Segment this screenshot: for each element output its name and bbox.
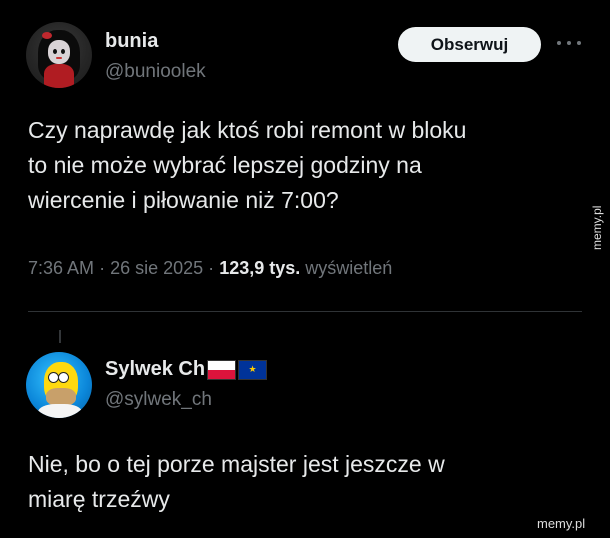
meta-separator: ·: [99, 258, 106, 278]
more-dot: [567, 41, 571, 45]
meta-separator: ·: [208, 258, 215, 278]
avatar-eye-left: [53, 49, 57, 54]
avatar-bow: [42, 32, 52, 39]
more-horizontal-icon[interactable]: [557, 33, 581, 53]
author-avatar[interactable]: [26, 22, 92, 88]
views-label: wyświetleń: [305, 258, 393, 278]
post-meta: 7:36 AM · 26 sie 2025 · 123,9 tys. wyświ…: [28, 258, 392, 279]
avatar-mouth: [56, 57, 62, 59]
more-dot: [557, 41, 561, 45]
avatar-face: [48, 40, 70, 64]
avatar-body: [44, 64, 74, 88]
follow-button[interactable]: Obserwuj: [398, 27, 541, 62]
reply-author-name-text: Sylwek Ch: [105, 358, 206, 380]
avatar-eye-right: [58, 372, 69, 383]
reply-author-name[interactable]: Sylwek Ch: [105, 358, 268, 381]
avatar-eye-right: [61, 49, 65, 54]
poland-flag-icon: [207, 359, 237, 380]
thread-line: [59, 330, 61, 343]
watermark-bottom: memy.pl: [537, 516, 586, 531]
views-count: 123,9 tys.: [219, 258, 301, 278]
author-handle[interactable]: @bunioolek: [105, 61, 206, 83]
reply-author-handle[interactable]: @sylwek_ch: [105, 389, 212, 411]
post-time[interactable]: 7:36 AM: [28, 258, 94, 278]
more-dot: [577, 41, 581, 45]
watermark-side: memy.pl: [590, 205, 604, 250]
divider: [28, 311, 582, 312]
post-date[interactable]: 26 sie 2025: [110, 258, 203, 278]
post-screenshot: bunia @bunioolek Obserwuj Czy naprawdę j…: [0, 0, 610, 538]
eu-flag-icon: [238, 359, 268, 380]
author-name[interactable]: bunia: [105, 30, 158, 53]
avatar-shirt: [38, 404, 82, 418]
reply-text: Nie, bo o tej porze majster jest jeszcze…: [28, 451, 445, 512]
reply-author-avatar[interactable]: [26, 352, 92, 418]
post-text: Czy naprawdę jak ktoś robi remont w blok…: [28, 117, 467, 213]
